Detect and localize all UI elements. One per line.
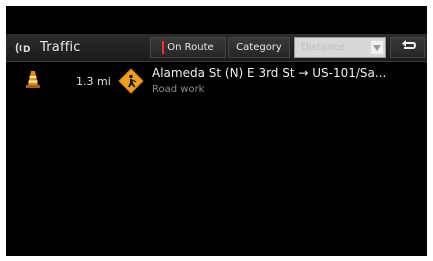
chevron-down-icon (371, 41, 383, 54)
incident-distance: 1.3 mi (76, 75, 111, 88)
svg-text:D: D (23, 45, 30, 55)
road-work-sign-icon (118, 68, 144, 94)
traffic-header: D Traffic On Route Category Distance (6, 34, 427, 62)
status-bar (6, 6, 427, 34)
on-route-indicator (162, 41, 165, 54)
on-route-label: On Route (167, 42, 214, 53)
title-area: D Traffic (14, 34, 81, 61)
on-route-button[interactable]: On Route (150, 37, 226, 58)
incident-row[interactable]: 1.3 mi Alameda St (N) E 3rd St → US-101/… (6, 62, 427, 102)
sort-dropdown-value: Distance (301, 42, 345, 53)
traffic-cone-icon (26, 70, 40, 88)
back-button[interactable] (390, 37, 425, 58)
page-title: Traffic (40, 40, 81, 55)
back-arrow-icon (400, 39, 416, 56)
traffic-radio-icon: D (14, 40, 34, 56)
category-button[interactable]: Category (228, 37, 290, 58)
incident-route: Alameda St (N) E 3rd St → US-101/Sa... (152, 66, 387, 80)
sort-dropdown[interactable]: Distance (294, 37, 386, 58)
navigation-screen: D Traffic On Route Category Distance 1.3… (6, 6, 427, 256)
incident-type: Road work (152, 84, 205, 95)
category-label: Category (236, 42, 282, 53)
